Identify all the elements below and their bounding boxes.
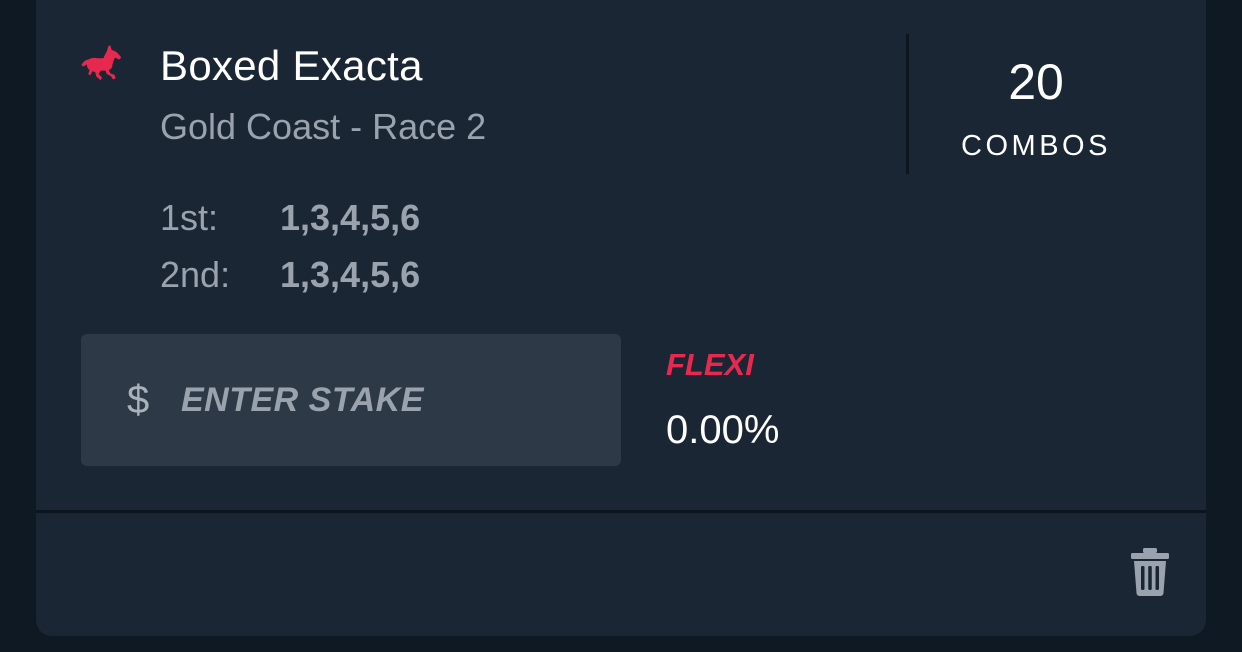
stake-input[interactable]	[181, 374, 581, 426]
flexi-label: FLEXI	[666, 347, 754, 382]
race-subtitle: Gold Coast - Race 2	[160, 106, 487, 147]
selection-runners: 1,3,4,5,6	[280, 197, 421, 238]
selection-runners: 1,3,4,5,6	[280, 254, 421, 295]
trash-icon[interactable]	[1130, 548, 1170, 596]
combos-count: 20	[1008, 54, 1064, 110]
combos-label: COMBOS	[961, 130, 1111, 162]
selection-label: 2nd:	[160, 254, 231, 295]
bet-card: Boxed Exacta Gold Coast - Race 2 20 COMB…	[36, 0, 1206, 636]
flexi-percentage: 0.00%	[666, 408, 780, 452]
horizontal-divider	[36, 510, 1206, 513]
dollar-icon: $	[127, 378, 150, 422]
selection-label: 1st:	[160, 197, 219, 238]
horse-icon	[81, 45, 122, 81]
bet-title: Boxed Exacta	[160, 42, 423, 89]
stake-field[interactable]: $	[81, 334, 621, 466]
